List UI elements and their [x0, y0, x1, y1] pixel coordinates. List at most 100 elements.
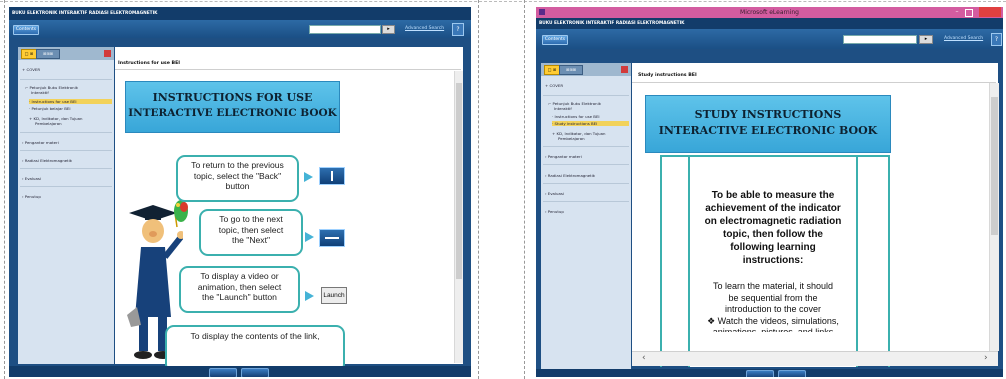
right-nav-instructions[interactable]: · Instructions for use BEI [552, 114, 600, 119]
bubble-text: button [225, 181, 250, 191]
right-content-area: Study instructions BEI STUDY INSTRUCTION… [632, 63, 999, 367]
window-app-icon [539, 9, 545, 15]
right-tab-toc[interactable]: □ ⊞ [544, 65, 560, 75]
right-nav-petunjuk-cont: Interaktif [554, 106, 572, 111]
right-page-title-box: STUDY INSTRUCTIONS INTERACTIVE ELECTRONI… [645, 95, 891, 153]
left-search-input[interactable] [309, 25, 381, 34]
right-search-input[interactable] [843, 35, 917, 44]
panel-body: To learn the material, it should be sequ… [690, 281, 856, 332]
left-content-area: Instructions for use BEI INSTRUCTIONS FO… [115, 47, 463, 373]
panel-heading-line: To be able to measure the [711, 190, 835, 201]
right-app-titlebar: BUKU ELEKTRONIK INTERAKTIF RADIASI ELEKT… [536, 18, 1003, 29]
left-elearning-window: BUKU ELEKTRONIK INTERAKTIF RADIASI ELEKT… [9, 7, 471, 377]
left-back-nav-button[interactable] [209, 368, 237, 377]
bubble-text: topic, select the "Back" [193, 170, 282, 181]
left-nav-separator [20, 150, 112, 151]
left-help-button[interactable]: ? [452, 23, 464, 36]
right-sidebar: □ ⊞ ⊞⊞⊞ + COVER ⌐ Petunjuk Buku Elektron… [541, 63, 631, 371]
right-nav-kd-cont: Pembelajaran [558, 136, 585, 141]
bubble-text: topic, then select [218, 224, 284, 235]
panel-heading-line: following learning [730, 242, 816, 253]
right-nav-separator [543, 146, 629, 147]
left-nav-separator [20, 186, 112, 187]
bubble-text: animation, then select [197, 281, 282, 292]
left-nav-cover[interactable]: + COVER [22, 67, 40, 72]
left-dashed-border [4, 0, 5, 379]
panel-body-line: introduction to the cover [724, 304, 822, 314]
right-nav-separator [543, 164, 629, 165]
left-scrollbar-thumb[interactable] [456, 83, 462, 279]
right-nav-separator [543, 201, 629, 202]
panel-heading-line: topic, then follow the [723, 229, 823, 240]
right-vertical-scrollbar[interactable] [989, 83, 999, 351]
window-maximize-icon[interactable] [965, 9, 973, 17]
scroll-right-icon[interactable]: › [984, 353, 988, 363]
left-tab-toc[interactable]: □ ⊞ [21, 49, 37, 59]
left-next-nav-button[interactable] [241, 368, 269, 377]
left-advanced-search-link[interactable]: Advanced Search [405, 26, 444, 31]
left-title-line2: INTERACTIVE ELECTRONIC BOOK [128, 107, 337, 119]
right-instruction-panel: To be able to measure the achievement of… [688, 155, 858, 367]
right-contents-button[interactable]: Contents [542, 35, 568, 45]
left-nav-radiasi[interactable]: › Radiasi Elektromagnetik [22, 158, 72, 163]
left-bubble-next: To go to the next topic, then select the… [199, 209, 303, 256]
left-nav-instructions-selected[interactable]: · Instructions for use BEI [29, 99, 112, 104]
bubble-text: To return to the previous [191, 160, 284, 170]
right-tab-index[interactable]: ⊞⊞⊞ [559, 65, 583, 75]
left-bottom-navbar [9, 366, 471, 377]
right-arrow-icon [305, 291, 314, 301]
right-search-button[interactable]: ▸ [919, 35, 933, 44]
right-help-button[interactable]: ? [991, 33, 1002, 46]
left-nav-pengantar[interactable]: › Pengantar materi [22, 140, 59, 145]
left-search-button[interactable]: ▸ [382, 25, 395, 34]
left-tab-index[interactable]: ⊞⊞⊞ [36, 49, 60, 59]
right-scrollbar-thumb[interactable] [991, 97, 998, 235]
bubble-text: To display the contents of the link, [190, 331, 320, 341]
left-nav-petunjuk-belajar[interactable]: · Petunjuk belajar BEI [29, 106, 70, 111]
right-advanced-search-link[interactable]: Advanced Search [944, 36, 983, 41]
scroll-left-icon[interactable]: ‹ [642, 353, 646, 363]
launch-button-sample[interactable]: Launch [321, 287, 347, 304]
left-bubble-back: To return to the previous topic, select … [176, 155, 299, 202]
right-app-title: BUKU ELEKTRONIK INTERAKTIF RADIASI ELEKT… [539, 21, 685, 26]
left-contents-button[interactable]: Contents [13, 25, 39, 35]
panel-bullet-line: ❖ Watch the videos, simulations, [707, 315, 839, 326]
left-nav-petunjuk-cont: Interaktif [31, 90, 49, 95]
window-minimize-icon[interactable]: – [953, 9, 961, 15]
right-title-line2: INTERACTIVE ELECTRONIC BOOK [658, 124, 878, 137]
left-sidebar-close-icon[interactable] [104, 50, 111, 57]
right-next-nav-button[interactable] [778, 370, 806, 377]
right-back-nav-button[interactable] [746, 370, 774, 377]
right-nav-study-selected[interactable]: · Study instructions BEI [552, 121, 629, 126]
panel-heading: To be able to measure the achievement of… [690, 189, 856, 267]
right-nav-pengantar[interactable]: › Pengantar materi [545, 154, 582, 159]
right-sidebar-close-icon[interactable] [621, 66, 628, 73]
right-content-heading: Study instructions BEI [638, 73, 697, 78]
right-sidebar-header: □ ⊞ ⊞⊞⊞ [541, 63, 631, 76]
left-nav-evaluasi[interactable]: › Evaluasi [22, 176, 41, 181]
right-nav-separator [543, 183, 629, 184]
left-title-line1: INSTRUCTIONS FOR USE [152, 91, 313, 104]
right-os-titlebar: Microsoft eLearning – [536, 7, 1003, 18]
left-vertical-scrollbar[interactable] [454, 71, 463, 363]
right-nav-radiasi[interactable]: › Radiasi Elektromagnetik [545, 173, 595, 178]
left-toolbar: Contents ▸ Advanced Search ? [9, 20, 471, 38]
right-window-title: Microsoft eLearning [740, 9, 799, 16]
right-bottom-navbar [536, 369, 1003, 377]
right-arrow-icon [305, 232, 314, 242]
left-nav-kd-cont: Pembelajaran [35, 121, 62, 126]
right-nav-cover[interactable]: + COVER [545, 83, 563, 88]
window-close-icon[interactable] [979, 7, 1001, 17]
right-nav-evaluasi[interactable]: › Evaluasi [545, 191, 564, 196]
right-nav-separator [543, 95, 629, 96]
left-nav-penutup[interactable]: › Penutup [22, 194, 41, 199]
left-sidebar-header: □ ⊞ ⊞⊞⊞ [18, 47, 114, 60]
panel-heading-line: achievement of the indicator [705, 203, 841, 214]
right-nav-penutup[interactable]: › Penutup [545, 209, 564, 214]
next-button-sample[interactable] [319, 229, 345, 247]
back-button-sample[interactable] [319, 167, 345, 185]
right-elearning-window: Microsoft eLearning – BUKU ELEKTRONIK IN… [536, 7, 1003, 377]
left-nav-separator [20, 132, 112, 133]
bubble-text: To go to the next [219, 214, 283, 224]
right-horizontal-scrollbar[interactable]: ‹ › [632, 351, 998, 366]
